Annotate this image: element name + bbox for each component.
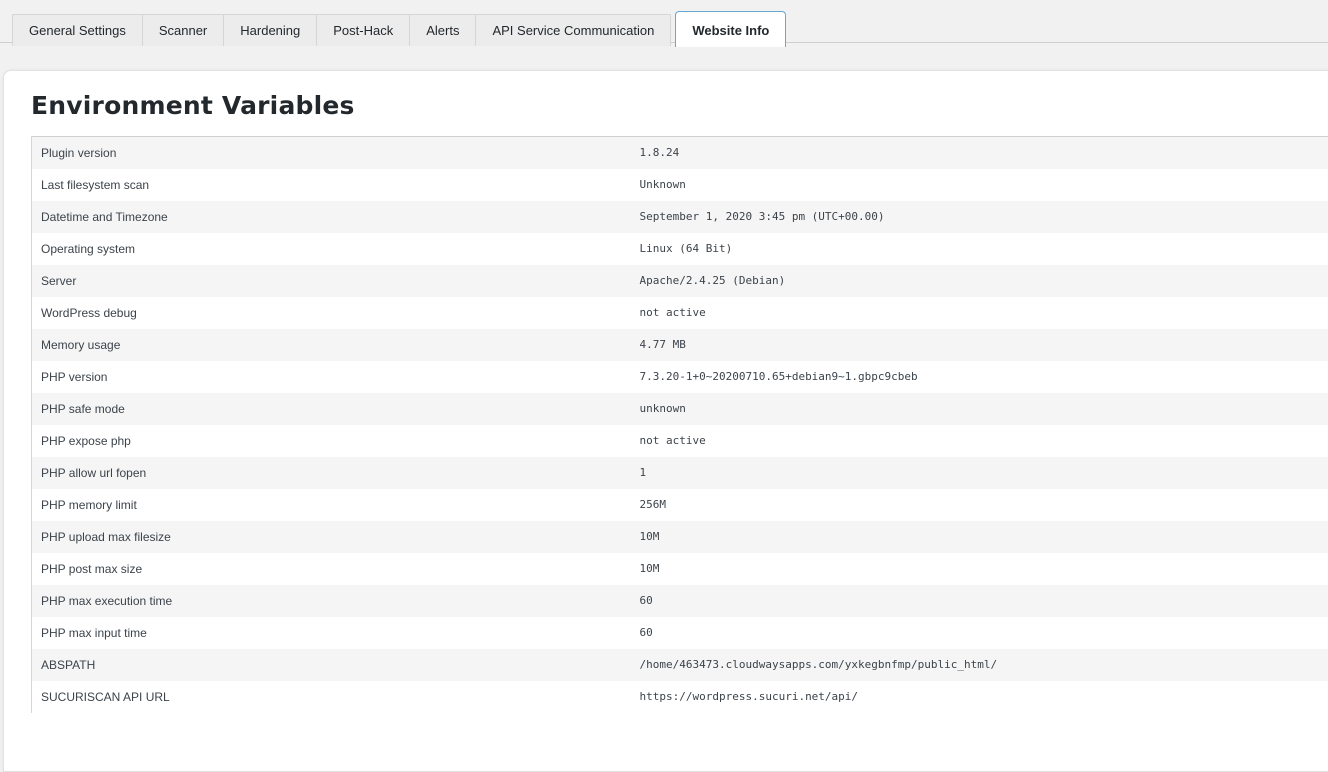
- env-key: PHP max execution time: [32, 585, 631, 617]
- table-row: Datetime and TimezoneSeptember 1, 2020 3…: [32, 201, 1328, 233]
- env-key: PHP version: [32, 361, 631, 393]
- environment-variables-table: Plugin version1.8.24Last filesystem scan…: [31, 136, 1328, 713]
- tab-hardening[interactable]: Hardening: [223, 14, 316, 46]
- env-value: 1.8.24: [631, 137, 1328, 169]
- env-key: Last filesystem scan: [32, 169, 631, 201]
- env-value: 256M: [631, 489, 1328, 521]
- table-row: PHP upload max filesize10M: [32, 521, 1328, 553]
- env-value: 60: [631, 585, 1328, 617]
- env-key: PHP expose php: [32, 425, 631, 457]
- env-value: 4.77 MB: [631, 329, 1328, 361]
- env-value: Linux (64 Bit): [631, 233, 1328, 265]
- table-row: PHP allow url fopen1: [32, 457, 1328, 489]
- env-value: 10M: [631, 553, 1328, 585]
- env-key: PHP post max size: [32, 553, 631, 585]
- env-key: PHP max input time: [32, 617, 631, 649]
- environment-variables-panel: Environment Variables Plugin version1.8.…: [3, 70, 1328, 772]
- tab-scanner[interactable]: Scanner: [142, 14, 223, 46]
- env-key: Datetime and Timezone: [32, 201, 631, 233]
- table-row: SUCURISCAN API URLhttps://wordpress.sucu…: [32, 681, 1328, 713]
- env-key: PHP memory limit: [32, 489, 631, 521]
- tab-api-service-communication[interactable]: API Service Communication: [475, 14, 671, 46]
- table-row: PHP expose phpnot active: [32, 425, 1328, 457]
- env-key: Plugin version: [32, 137, 631, 169]
- table-row: Last filesystem scanUnknown: [32, 169, 1328, 201]
- env-value: 10M: [631, 521, 1328, 553]
- tab-list: General Settings Scanner Hardening Post-…: [12, 11, 786, 46]
- env-value: 60: [631, 617, 1328, 649]
- table-row: Memory usage4.77 MB: [32, 329, 1328, 361]
- env-value: 7.3.20-1+0~20200710.65+debian9~1.gbpc9cb…: [631, 361, 1328, 393]
- tab-website-info[interactable]: Website Info: [675, 11, 786, 47]
- env-key: WordPress debug: [32, 297, 631, 329]
- env-value: unknown: [631, 393, 1328, 425]
- env-value: not active: [631, 297, 1328, 329]
- table-row: Plugin version1.8.24: [32, 137, 1328, 169]
- env-key: ABSPATH: [32, 649, 631, 681]
- env-table-body: Plugin version1.8.24Last filesystem scan…: [32, 137, 1328, 713]
- table-row: Operating systemLinux (64 Bit): [32, 233, 1328, 265]
- env-value: Apache/2.4.25 (Debian): [631, 265, 1328, 297]
- env-value: 1: [631, 457, 1328, 489]
- table-row: ServerApache/2.4.25 (Debian): [32, 265, 1328, 297]
- env-value: Unknown: [631, 169, 1328, 201]
- tab-post-hack[interactable]: Post-Hack: [316, 14, 409, 46]
- table-row: ABSPATH/home/463473.cloudwaysapps.com/yx…: [32, 649, 1328, 681]
- tab-general-settings[interactable]: General Settings: [12, 14, 142, 46]
- settings-tab-bar: General Settings Scanner Hardening Post-…: [0, 0, 1328, 43]
- table-row: PHP version7.3.20-1+0~20200710.65+debian…: [32, 361, 1328, 393]
- table-row: PHP max input time60: [32, 617, 1328, 649]
- env-key: PHP upload max filesize: [32, 521, 631, 553]
- table-row: WordPress debugnot active: [32, 297, 1328, 329]
- env-value: September 1, 2020 3:45 pm (UTC+00.00): [631, 201, 1328, 233]
- tab-alerts[interactable]: Alerts: [409, 14, 475, 46]
- env-value: https://wordpress.sucuri.net/api/: [631, 681, 1328, 713]
- table-row: PHP max execution time60: [32, 585, 1328, 617]
- section-title: Environment Variables: [31, 91, 355, 120]
- env-key: PHP safe mode: [32, 393, 631, 425]
- table-row: PHP post max size10M: [32, 553, 1328, 585]
- table-row: PHP safe modeunknown: [32, 393, 1328, 425]
- env-key: PHP allow url fopen: [32, 457, 631, 489]
- env-key: Operating system: [32, 233, 631, 265]
- env-key: Server: [32, 265, 631, 297]
- env-key: Memory usage: [32, 329, 631, 361]
- env-value: /home/463473.cloudwaysapps.com/yxkegbnfm…: [631, 649, 1328, 681]
- env-value: not active: [631, 425, 1328, 457]
- env-key: SUCURISCAN API URL: [32, 681, 631, 713]
- table-row: PHP memory limit256M: [32, 489, 1328, 521]
